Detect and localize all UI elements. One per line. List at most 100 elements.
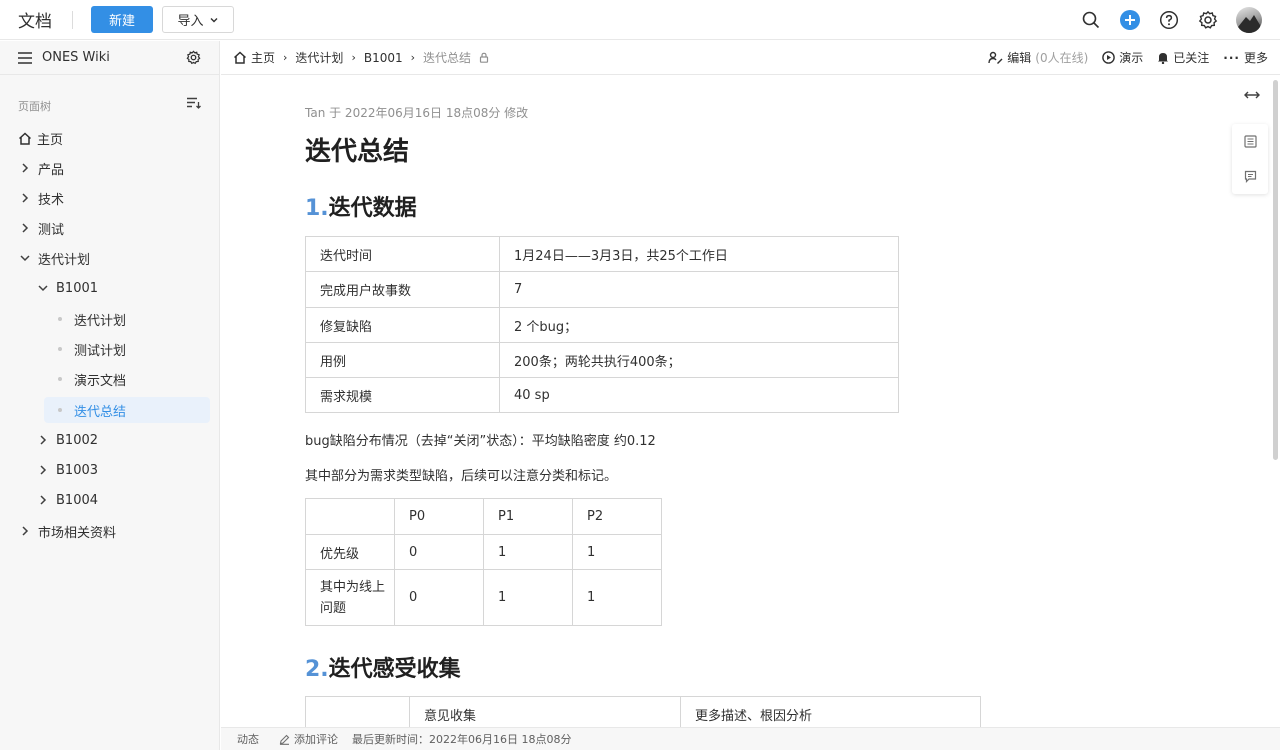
expand-width-icon[interactable]	[1244, 90, 1260, 100]
activity-link[interactable]: 动态	[237, 731, 259, 747]
table-cell: 0	[394, 569, 484, 626]
pencil-icon	[279, 734, 290, 745]
breadcrumb-separator: ›	[410, 51, 416, 64]
table-cell: P2	[572, 498, 662, 535]
outline-icon[interactable]	[1243, 135, 1257, 148]
breadcrumb-bar: 主页 › 迭代计划 › B1001 › 迭代总结 编辑 (0人在线) 演示 已关…	[221, 41, 1280, 75]
tree-item-test[interactable]: 测试	[0, 215, 220, 241]
bullet-icon	[58, 377, 62, 381]
wiki-settings-icon[interactable]	[186, 50, 201, 65]
breadcrumb-b1001[interactable]: B1001	[364, 51, 403, 65]
lock-icon[interactable]	[479, 52, 489, 63]
section-heading: 1.迭代数据	[305, 190, 417, 222]
table-cell: 1	[483, 569, 573, 626]
add-comment-button[interactable]: 添加评论	[279, 731, 338, 747]
table-cell: 7	[499, 271, 899, 308]
table-cell: P0	[394, 498, 484, 535]
table-row: 其中为线上问题 0 1 1	[305, 569, 662, 626]
table-row: 完成用户故事数 7	[305, 271, 899, 308]
scrollbar[interactable]	[1273, 80, 1278, 460]
chevron-right-icon[interactable]	[18, 526, 32, 536]
chevron-right-icon[interactable]	[36, 495, 50, 505]
tree-item-b1002[interactable]: B1002	[0, 427, 220, 453]
footer-bar: 动态 添加评论 最后更新时间：2022年06月16日 18点08分	[221, 727, 1280, 750]
tree-item-tech[interactable]: 技术	[0, 185, 220, 211]
table-row: 优先级 0 1 1	[305, 534, 662, 570]
add-comment-label: 添加评论	[294, 733, 338, 746]
table-row: 修复缺陷 2 个bug；	[305, 307, 899, 343]
tree-item-home[interactable]: 主页	[0, 125, 220, 151]
table-cell: 优先级	[305, 534, 395, 570]
edit-button[interactable]: 编辑 (0人在线)	[988, 49, 1088, 66]
present-label: 演示	[1119, 51, 1144, 65]
last-updated: 最后更新时间：2022年06月16日 18点08分	[352, 733, 572, 746]
table-cell: 40 sp	[499, 377, 899, 413]
table-row: 用例 200条；两轮共执行400条；	[305, 342, 899, 378]
table-cell: 需求规模	[305, 377, 500, 413]
add-icon[interactable]	[1119, 9, 1141, 31]
help-icon[interactable]	[1158, 9, 1180, 31]
table-cell: 完成用户故事数	[305, 271, 500, 308]
tree-item-b1003[interactable]: B1003	[0, 457, 220, 483]
tree-item-iteration-plan[interactable]: 迭代计划	[0, 245, 220, 271]
new-button[interactable]: 新建	[91, 6, 153, 33]
sort-icon[interactable]	[187, 97, 201, 109]
ellipsis-icon: ···	[1223, 50, 1240, 65]
breadcrumb: 主页 › 迭代计划 › B1001 › 迭代总结	[233, 49, 489, 66]
chevron-right-icon[interactable]	[36, 465, 50, 475]
breadcrumb-separator: ›	[351, 51, 356, 64]
tree-item-label: 测试	[38, 222, 65, 238]
present-button[interactable]: 演示	[1102, 49, 1143, 66]
tree-item-label: B1001	[56, 280, 99, 296]
table-cell: 用例	[305, 342, 500, 378]
table-cell: 1	[483, 534, 573, 570]
table-row: P0 P1 P2	[305, 498, 662, 535]
home-icon[interactable]	[233, 51, 247, 64]
breadcrumb-home[interactable]: 主页	[251, 49, 275, 66]
table-cell: P1	[483, 498, 573, 535]
table-cell: 其中为线上问题	[305, 569, 395, 626]
chevron-right-icon[interactable]	[36, 435, 50, 445]
tree-item-label: 产品	[38, 162, 65, 178]
bullet-icon	[58, 347, 62, 351]
tree-item-market[interactable]: 市场相关资料	[0, 518, 220, 544]
search-icon[interactable]	[1080, 9, 1102, 31]
iteration-data-table: 迭代时间 1月24日——3月3日，共25个工作日 完成用户故事数 7 修复缺陷 …	[305, 236, 899, 413]
section-number: 2.	[305, 657, 329, 682]
import-button[interactable]: 导入	[162, 6, 234, 33]
page-title: 迭代总结	[305, 137, 410, 167]
bullet-icon	[58, 408, 62, 412]
play-icon	[1102, 51, 1116, 64]
chevron-right-icon[interactable]	[18, 223, 32, 233]
page-tree-label: 页面树	[18, 100, 51, 113]
table-cell: 2 个bug；	[499, 307, 899, 343]
chevron-down-icon[interactable]	[36, 284, 50, 292]
floating-toolbar	[1232, 124, 1268, 194]
avatar[interactable]	[1236, 7, 1262, 33]
section-title: 迭代数据	[328, 196, 417, 221]
table-cell: 0	[394, 534, 484, 570]
tree-item-product[interactable]: 产品	[0, 155, 220, 181]
tree-item-b1001[interactable]: B1001	[0, 275, 220, 301]
settings-icon[interactable]	[1197, 9, 1219, 31]
breadcrumb-current: 迭代总结	[423, 51, 472, 65]
tree-item-b1001-plan[interactable]: 迭代计划	[0, 306, 220, 332]
tree-item-demo-doc[interactable]: 演示文档	[0, 366, 220, 392]
paragraph: 其中部分为需求类型缺陷，后续可以注意分类和标记。	[305, 469, 618, 484]
tree-item-iteration-summary[interactable]: 迭代总结	[44, 397, 210, 423]
tree-item-b1004[interactable]: B1004	[0, 487, 220, 513]
table-cell: 修复缺陷	[305, 307, 500, 343]
chevron-down-icon[interactable]	[18, 254, 32, 262]
chevron-right-icon[interactable]	[18, 163, 32, 173]
menu-icon[interactable]	[18, 51, 32, 64]
comment-icon[interactable]	[1244, 170, 1257, 183]
follow-button[interactable]: 已关注	[1157, 49, 1209, 66]
chevron-right-icon[interactable]	[18, 193, 32, 203]
section-title: 迭代感受收集	[328, 657, 461, 682]
home-icon	[18, 131, 32, 145]
breadcrumb-iteration-plan[interactable]: 迭代计划	[295, 49, 343, 66]
tree-item-label: 迭代计划	[38, 252, 91, 268]
tree-item-test-plan[interactable]: 测试计划	[0, 336, 220, 362]
more-button[interactable]: ··· 更多	[1223, 49, 1268, 66]
tree-item-label: 技术	[38, 192, 65, 208]
